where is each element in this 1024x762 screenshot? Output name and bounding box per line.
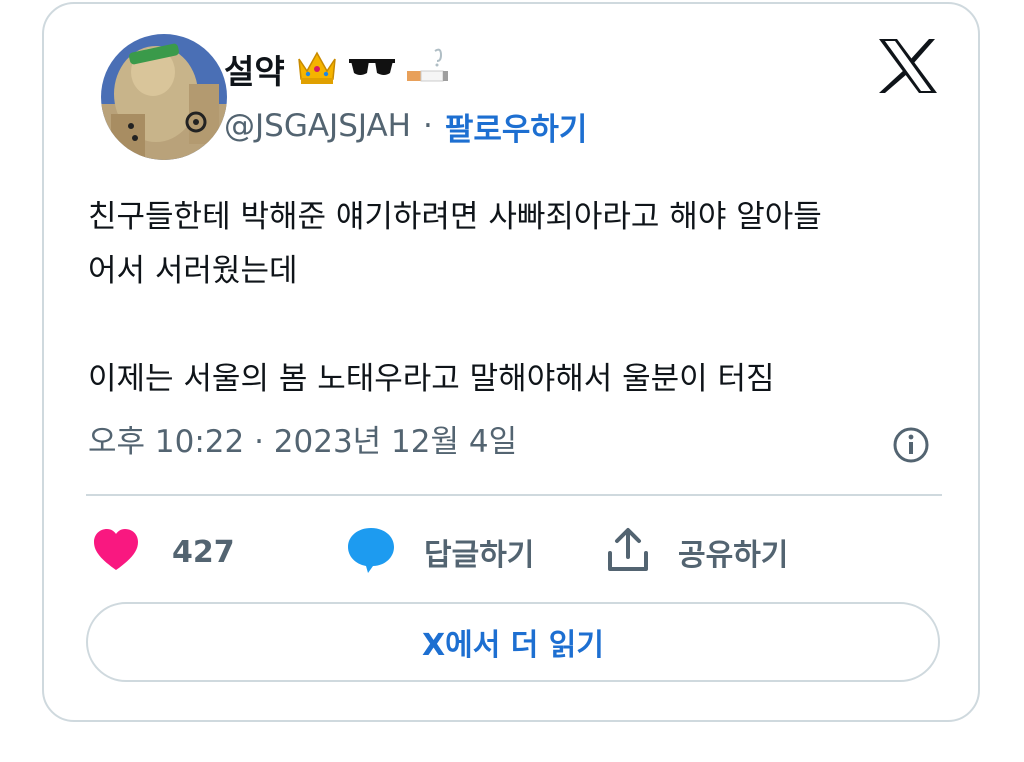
author-handle-row: @JSGAJSJAH · 팔로우하기 — [224, 104, 587, 148]
crown-icon — [295, 47, 339, 91]
reply-label: 답글하기 — [424, 538, 535, 573]
tweet-text-line: 이제는 서울의 봄 노태우라고 말해야해서 울분이 터짐 — [88, 361, 775, 397]
separator-dot: · — [422, 108, 433, 144]
tweet-text-line: 친구들한테 박해준 얘기하려면 사빠죄아라고 해야 알아들 — [88, 199, 822, 235]
author-display-name[interactable]: 설약 — [224, 45, 285, 93]
follow-link[interactable]: 팔로우하기 — [445, 104, 588, 149]
author-avatar[interactable] — [101, 34, 227, 160]
share-label: 공유하기 — [678, 538, 789, 573]
tweet-actions-bar: 427 답글하기 공유하기 — [92, 524, 892, 580]
x-logo-icon[interactable] — [877, 37, 939, 95]
share-button[interactable]: 공유하기 — [606, 524, 788, 580]
reply-button[interactable]: 답글하기 — [346, 524, 534, 580]
tweet-body: 친구들한테 박해준 얘기하려면 사빠죄아라고 해야 알아들 어서 서러웠는데 이… — [88, 190, 948, 406]
tweet-timestamp[interactable]: 오후 10:22 · 2023년 12월 4일 — [88, 416, 517, 461]
sunglasses-icon — [348, 55, 395, 83]
author-name-row[interactable]: 설약 — [224, 46, 451, 92]
cigarette-icon — [405, 47, 451, 91]
heart-icon — [92, 528, 140, 576]
like-button[interactable]: 427 — [92, 524, 235, 580]
author-handle[interactable]: @JSGAJSJAH — [224, 108, 411, 144]
speech-bubble-icon — [346, 526, 396, 578]
tweet-text-line: 어서 서러웠는데 — [88, 253, 298, 289]
read-more-on-x-button[interactable]: X에서 더 읽기 — [86, 602, 940, 682]
share-upload-icon — [606, 527, 650, 577]
divider — [86, 494, 942, 496]
info-icon[interactable] — [892, 426, 930, 464]
like-count: 427 — [172, 534, 235, 570]
tweet-embed-card: 설약 @JSGAJSJAH · 팔로우하기 친구들한테 박해준 얘기하려면 사빠… — [42, 2, 980, 722]
